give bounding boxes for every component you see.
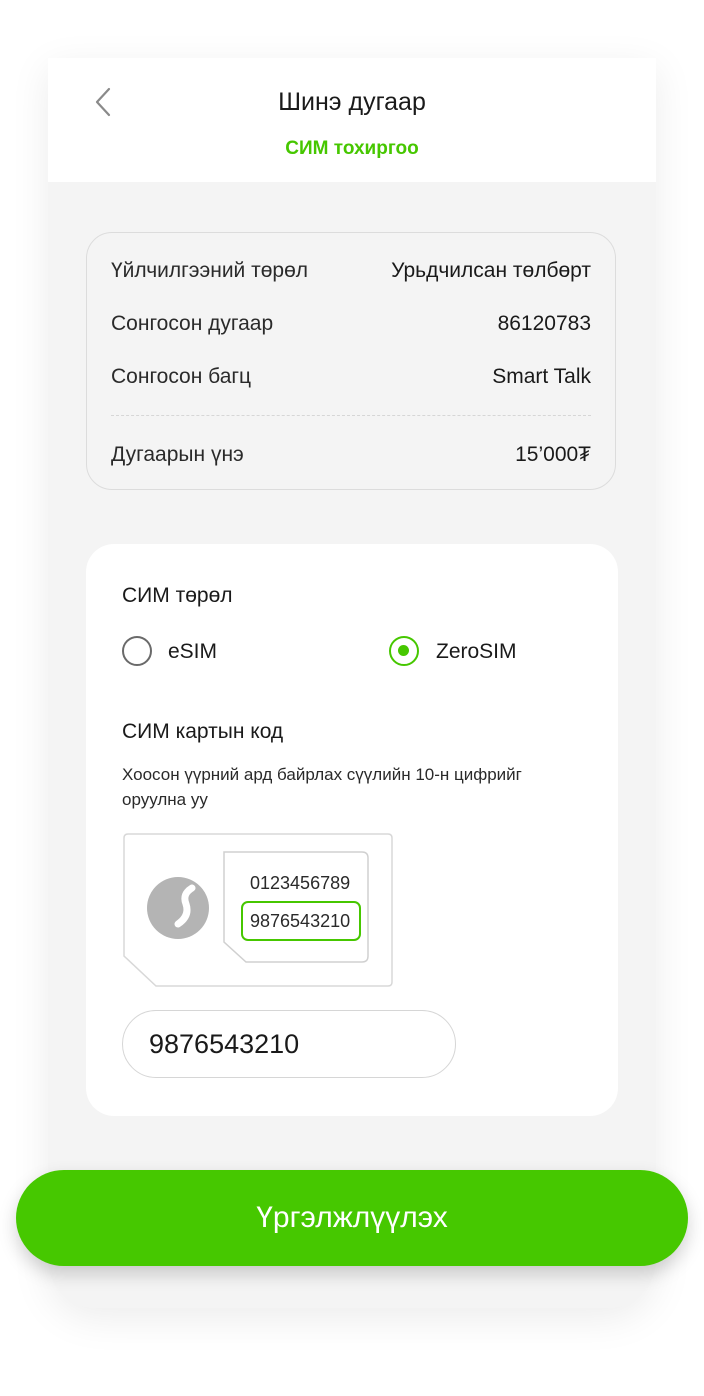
sim-code-input[interactable]: 9876543210 bbox=[122, 1010, 456, 1078]
summary-row-price: Дугаарын үнэ 15’000₮ bbox=[111, 443, 591, 467]
continue-button[interactable]: Үргэлжлүүлэх bbox=[16, 1170, 688, 1266]
page-title: Шинэ дугаар bbox=[278, 88, 426, 116]
sim-code-label: СИМ картын код bbox=[122, 720, 284, 743]
radio-esim[interactable] bbox=[122, 636, 152, 666]
summary-value: Smart Talk bbox=[492, 365, 591, 388]
summary-value: Урьдчилсан төлбөрт bbox=[391, 259, 591, 282]
radio-zerosim[interactable] bbox=[389, 636, 419, 666]
summary-row-package: Сонгосон багц Smart Talk bbox=[111, 365, 591, 389]
summary-value: 86120783 bbox=[497, 312, 591, 335]
summary-row-number: Сонгосон дугаар 86120783 bbox=[111, 312, 591, 336]
sim-code-hint: Хоосон үүрний ард байрлах сүүлийн 10-н ц… bbox=[122, 765, 522, 809]
summary-row-service-type: Үйлчилгээний төрөл Урьдчилсан төлбөрт bbox=[111, 259, 591, 283]
sim-highlighted-number: 9876543210 bbox=[250, 911, 351, 931]
sim-example-number: 0123456789 bbox=[250, 873, 351, 893]
radio-esim-label[interactable]: eSIM bbox=[168, 640, 217, 664]
summary-label: Сонгосон багц bbox=[111, 365, 252, 388]
operator-logo-icon bbox=[147, 877, 209, 939]
header: Шинэ дугаар СИМ тохиргоо bbox=[48, 58, 656, 182]
screen: Шинэ дугаар СИМ тохиргоо Үйлчилгээний тө… bbox=[48, 58, 656, 1308]
sim-card-panel: СИМ төрөл eSIM ZeroSIM СИМ картын код Хо… bbox=[86, 544, 618, 1116]
sim-type-label: СИМ төрөл bbox=[122, 584, 233, 607]
price-value: 15’000₮ bbox=[515, 443, 591, 466]
divider bbox=[111, 415, 591, 416]
radio-zerosim-label[interactable]: ZeroSIM bbox=[436, 640, 517, 664]
order-summary: Үйлчилгээний төрөл Урьдчилсан төлбөрт Со… bbox=[86, 232, 616, 490]
summary-label: Сонгосон дугаар bbox=[111, 312, 274, 335]
page-subtitle: СИМ тохиргоо bbox=[285, 138, 419, 159]
summary-label: Үйлчилгээний төрөл bbox=[111, 259, 309, 282]
summary-label: Дугаарын үнэ bbox=[111, 443, 244, 466]
